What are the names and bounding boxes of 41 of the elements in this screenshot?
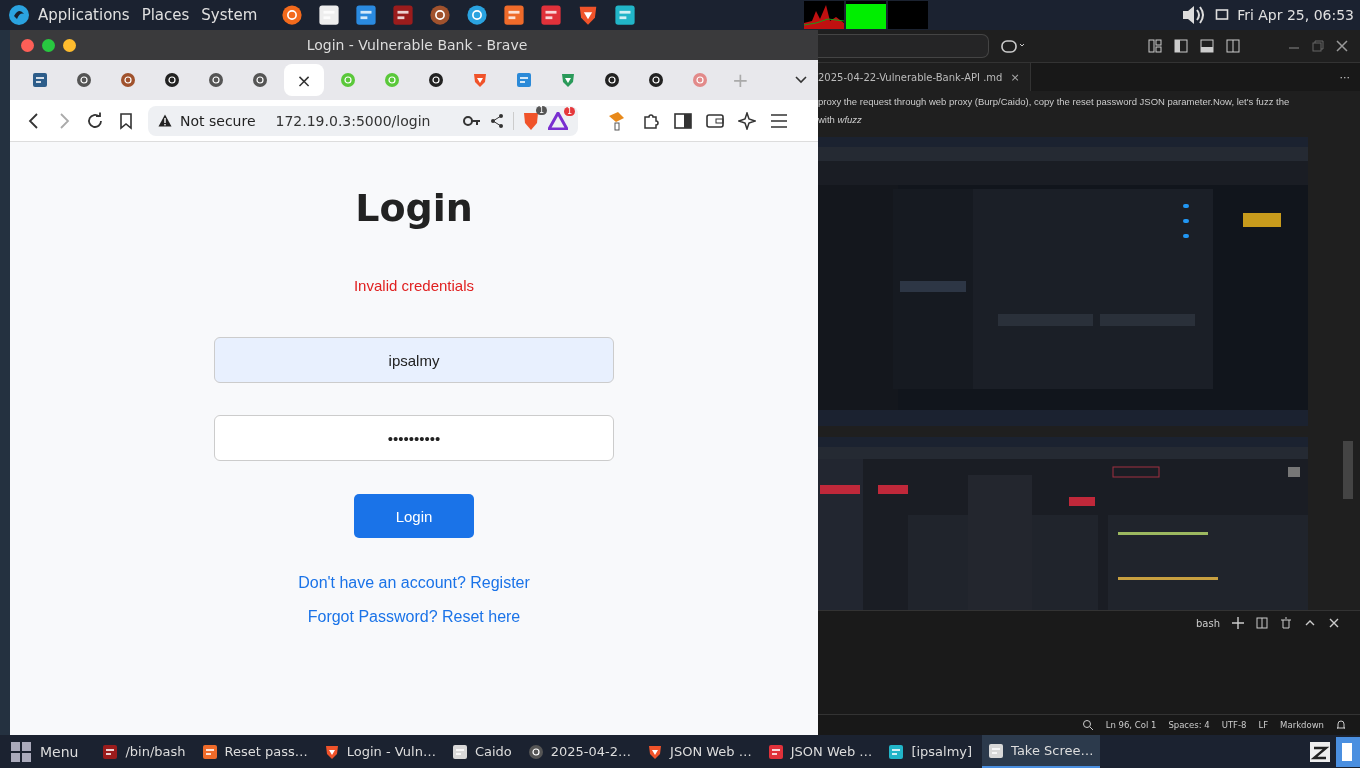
preview-text: with wfuzz (818, 113, 863, 127)
taskbar-item[interactable]: /bin/bash (96, 735, 192, 768)
close-tab-button[interactable]: × (1010, 70, 1020, 84)
browser-tab[interactable]: × (284, 64, 324, 96)
status-item[interactable]: Spaces: 4 (1168, 720, 1210, 730)
status-item[interactable]: Markdown (1280, 720, 1324, 730)
terminal-name[interactable]: bash (1195, 617, 1220, 629)
link[interactable]: Don't have an account? Register (298, 574, 530, 592)
url-text: 172.19.0.3:5000/login (275, 112, 431, 129)
menu-button[interactable]: Menu (10, 740, 79, 763)
status-item[interactable]: UTF-8 (1221, 720, 1247, 730)
taskbar-item[interactable]: [ipsalmy] (882, 735, 979, 768)
status-item[interactable]: LF (1258, 720, 1269, 730)
taskbar-item[interactable]: Caido (445, 735, 518, 768)
address-bar[interactable]: Not secure 172.19.0.3:5000/login 1 1 (148, 105, 578, 136)
preview-text: proxy the request through web proxy (Burp/Caido), copy the reset password JSON parameter.Now, let's fuzz the (818, 95, 1291, 109)
count-badge: 1 (563, 106, 575, 116)
count-badge: 1 (535, 105, 547, 115)
window-title: Login - Vulnerable Bank - Brave (305, 37, 529, 53)
taskbar-item[interactable]: Take Scree… (982, 735, 1100, 768)
panel-clock: Fri Apr 25, 06:53 (1237, 7, 1354, 23)
panel-menu[interactable]: Applications (38, 6, 130, 24)
taskbar-item[interactable]: Reset pass… (195, 735, 314, 768)
panel-menu[interactable]: System (201, 6, 258, 24)
error-message: Invalid credentials (353, 277, 475, 294)
taskbar-item[interactable]: JSON Web … (641, 735, 758, 768)
tab-title: 2025-04-22-Vulnerable-Bank-API .md (818, 71, 1003, 83)
link[interactable]: Forgot Password? Reset here (307, 608, 521, 626)
password-field[interactable]: •••••••••• (214, 415, 614, 461)
editor-tab[interactable]: 2025-04-22-Vulnerable-Bank-API .md × (818, 63, 1031, 91)
more-button[interactable]: ··· (1339, 70, 1350, 84)
page-heading: Login (355, 186, 473, 230)
panel-menu[interactable]: Places (141, 6, 190, 24)
login-button[interactable]: Login (354, 494, 474, 538)
taskbar-item[interactable]: 2025-04-2… (521, 735, 638, 768)
taskbar-item[interactable]: Login - Vuln… (317, 735, 442, 768)
security-label[interactable]: Not secure (180, 112, 256, 129)
close-tab-button[interactable]: × (296, 69, 312, 91)
taskbar-item[interactable]: JSON Web … (761, 735, 879, 768)
status-item[interactable]: Ln 96, Col 1 (1105, 720, 1157, 730)
username-field[interactable]: ipsalmy (214, 337, 614, 383)
